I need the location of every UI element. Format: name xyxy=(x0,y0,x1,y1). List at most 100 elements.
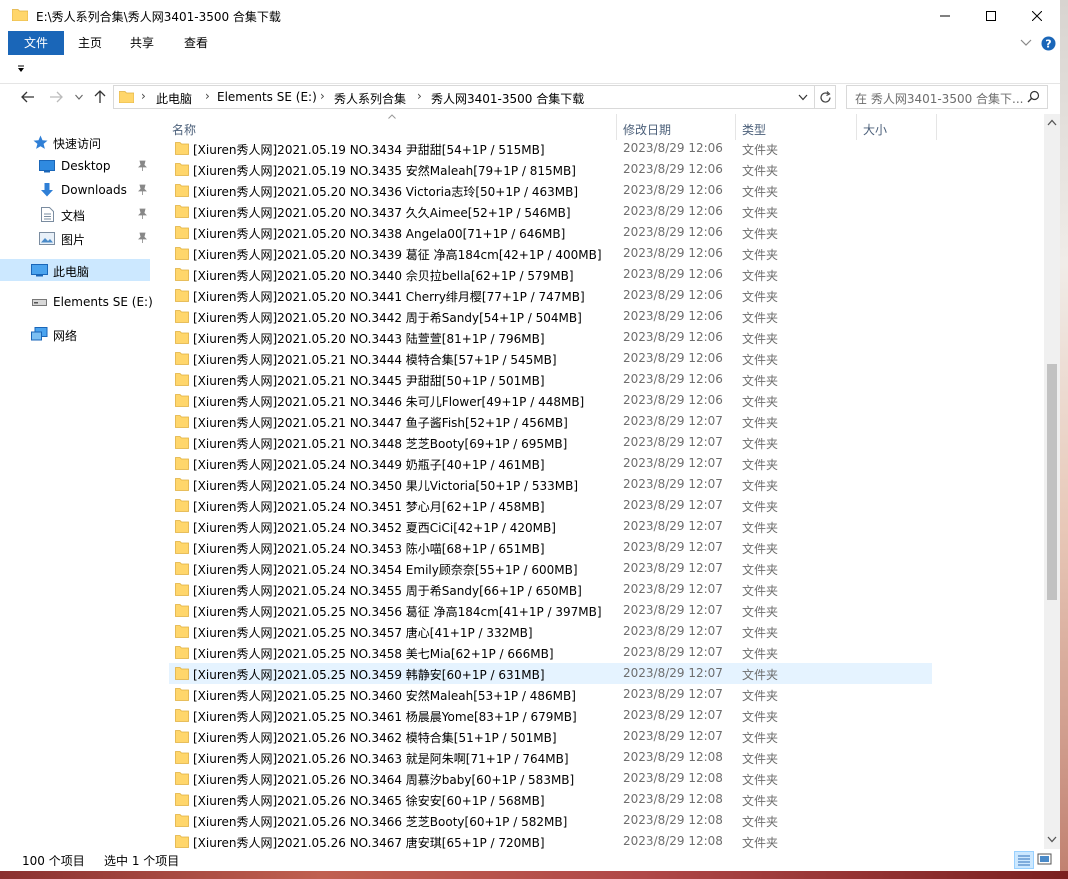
table-row[interactable]: [Xiuren秀人网]2021.05.26 NO.3465 徐安安[60+1P … xyxy=(169,789,932,810)
customize-toolbar-icon[interactable] xyxy=(17,65,25,73)
file-name: [Xiuren秀人网]2021.05.26 NO.3466 芝芝Booty[60… xyxy=(193,815,568,829)
table-row[interactable]: [Xiuren秀人网]2021.05.21 NO.3446 朱可儿Flower[… xyxy=(169,390,932,411)
scroll-down-icon[interactable] xyxy=(1047,836,1057,843)
table-row[interactable]: [Xiuren秀人网]2021.05.26 NO.3463 就是阿朱啊[71+1… xyxy=(169,747,932,768)
scroll-up-icon[interactable] xyxy=(1047,119,1057,126)
table-row[interactable]: [Xiuren秀人网]2021.05.20 NO.3436 Victoria志玲… xyxy=(169,180,932,201)
table-row[interactable]: [Xiuren秀人网]2021.05.20 NO.3437 久久Aimee[52… xyxy=(169,201,932,222)
table-row[interactable]: [Xiuren秀人网]2021.05.26 NO.3466 芝芝Booty[60… xyxy=(169,810,932,831)
sidebar-item-pictures[interactable]: 图片 xyxy=(0,227,150,249)
file-name: [Xiuren秀人网]2021.05.20 NO.3436 Victoria志玲… xyxy=(193,185,579,199)
breadcrumb-current[interactable]: 秀人网3401-3500 合集下载 xyxy=(431,90,584,107)
modified-date: 2023/8/29 12:06 xyxy=(623,204,723,218)
back-button[interactable] xyxy=(17,86,39,108)
pin-icon[interactable] xyxy=(138,208,147,219)
folder-icon xyxy=(175,163,189,176)
search-icon[interactable] xyxy=(1027,90,1040,103)
address-dropdown-icon[interactable] xyxy=(798,94,808,101)
tab-file[interactable]: 文件 xyxy=(8,31,64,55)
sidebar-item-this-pc[interactable]: 此电脑 xyxy=(0,259,150,281)
table-row[interactable]: [Xiuren秀人网]2021.05.25 NO.3459 韩静安[60+1P … xyxy=(169,663,932,684)
breadcrumb-separator-icon: › xyxy=(141,89,146,103)
folder-icon xyxy=(175,310,189,323)
table-row[interactable]: [Xiuren秀人网]2021.05.20 NO.3440 佘贝拉bella[6… xyxy=(169,264,932,285)
pin-icon[interactable] xyxy=(138,160,147,171)
table-row[interactable]: [Xiuren秀人网]2021.05.24 NO.3453 陈小喵[68+1P … xyxy=(169,537,932,558)
table-row[interactable]: [Xiuren秀人网]2021.05.21 NO.3447 鱼子酱Fish[52… xyxy=(169,411,932,432)
tab-view[interactable]: 查看 xyxy=(174,31,218,55)
folder-icon xyxy=(175,541,189,554)
tab-home[interactable]: 主页 xyxy=(68,31,112,55)
table-row[interactable]: [Xiuren秀人网]2021.05.25 NO.3458 美七Mia[62+1… xyxy=(169,642,932,663)
selection-count: 选中 1 个项目 xyxy=(104,854,180,868)
table-row[interactable]: [Xiuren秀人网]2021.05.20 NO.3438 Angela00[7… xyxy=(169,222,932,243)
picture-icon xyxy=(39,232,55,245)
file-name: [Xiuren秀人网]2021.05.21 NO.3444 模特合集[57+1P… xyxy=(193,353,557,367)
tab-share[interactable]: 共享 xyxy=(120,31,164,55)
file-name: [Xiuren秀人网]2021.05.26 NO.3467 唐安琪[65+1P … xyxy=(193,836,545,849)
table-row[interactable]: [Xiuren秀人网]2021.05.26 NO.3462 模特合集[51+1P… xyxy=(169,726,932,747)
table-row[interactable]: [Xiuren秀人网]2021.05.21 NO.3448 芝芝Booty[69… xyxy=(169,432,932,453)
table-row[interactable]: [Xiuren秀人网]2021.05.25 NO.3456 葛征 净高184cm… xyxy=(169,600,932,621)
table-row[interactable]: [Xiuren秀人网]2021.05.25 NO.3460 安然Maleah[5… xyxy=(169,684,932,705)
table-row[interactable]: [Xiuren秀人网]2021.05.19 NO.3434 尹甜甜[54+1P … xyxy=(169,138,932,159)
minimize-button[interactable] xyxy=(922,0,968,31)
file-type: 文件夹 xyxy=(742,185,779,199)
sidebar-item-drive[interactable]: Elements SE (E:) xyxy=(0,291,153,313)
up-button[interactable] xyxy=(89,86,111,108)
file-type: 文件夹 xyxy=(742,605,779,619)
large-icons-view-button[interactable] xyxy=(1036,851,1054,867)
sidebar-item-documents[interactable]: 文档 xyxy=(0,203,150,225)
details-view-button[interactable] xyxy=(1014,851,1034,869)
sidebar-item-downloads[interactable]: Downloads xyxy=(0,179,150,201)
modified-date: 2023/8/29 12:08 xyxy=(623,813,723,827)
search-box[interactable]: 在 秀人网3401-3500 合集下... xyxy=(846,85,1048,109)
recent-locations-button[interactable] xyxy=(68,86,90,108)
table-row[interactable]: [Xiuren秀人网]2021.05.20 NO.3442 周于希Sandy[5… xyxy=(169,306,932,327)
file-type: 文件夹 xyxy=(742,584,779,598)
modified-date: 2023/8/29 12:06 xyxy=(623,372,723,386)
table-row[interactable]: [Xiuren秀人网]2021.05.24 NO.3450 果儿Victoria… xyxy=(169,474,932,495)
table-row[interactable]: [Xiuren秀人网]2021.05.26 NO.3464 周慕汐baby[60… xyxy=(169,768,932,789)
help-icon[interactable]: ? xyxy=(1041,36,1056,51)
modified-date: 2023/8/29 12:07 xyxy=(623,477,723,491)
column-divider[interactable] xyxy=(936,114,937,140)
maximize-button[interactable] xyxy=(968,0,1014,31)
table-row[interactable]: [Xiuren秀人网]2021.05.20 NO.3439 葛征 净高184cm… xyxy=(169,243,932,264)
sidebar-item-desktop[interactable]: Desktop xyxy=(0,155,150,177)
table-row[interactable]: [Xiuren秀人网]2021.05.24 NO.3452 夏西CiCi[42+… xyxy=(169,516,932,537)
table-row[interactable]: [Xiuren秀人网]2021.05.24 NO.3449 奶瓶子[40+1P … xyxy=(169,453,932,474)
pin-icon[interactable] xyxy=(138,232,147,243)
folder-icon xyxy=(175,562,189,575)
table-row[interactable]: [Xiuren秀人网]2021.05.24 NO.3451 梦心月[62+1P … xyxy=(169,495,932,516)
table-row[interactable]: [Xiuren秀人网]2021.05.25 NO.3461 杨晨晨Yome[83… xyxy=(169,705,932,726)
table-row[interactable]: [Xiuren秀人网]2021.05.25 NO.3457 唐心[41+1P /… xyxy=(169,621,932,642)
forward-button[interactable] xyxy=(45,86,67,108)
vertical-scrollbar[interactable] xyxy=(1044,114,1060,849)
breadcrumb-this-pc[interactable]: 此电脑 xyxy=(156,90,192,107)
table-row[interactable]: [Xiuren秀人网]2021.05.20 NO.3443 陆萱萱[81+1P … xyxy=(169,327,932,348)
folder-icon xyxy=(175,478,189,491)
sidebar-item-network[interactable]: 网络 xyxy=(0,323,150,345)
breadcrumb-collection[interactable]: 秀人系列合集 xyxy=(334,90,406,107)
file-type: 文件夹 xyxy=(742,206,779,220)
modified-date: 2023/8/29 12:06 xyxy=(623,351,723,365)
window-title: E:\秀人系列合集\秀人网3401-3500 合集下载 xyxy=(36,10,281,24)
refresh-button[interactable] xyxy=(815,85,836,109)
table-row[interactable]: [Xiuren秀人网]2021.05.19 NO.3435 安然Maleah[7… xyxy=(169,159,932,180)
table-row[interactable]: [Xiuren秀人网]2021.05.24 NO.3455 周于希Sandy[6… xyxy=(169,579,932,600)
address-bar[interactable]: › 此电脑 › Elements SE (E:) › 秀人系列合集 › 秀人网3… xyxy=(113,85,815,109)
scrollbar-thumb[interactable] xyxy=(1047,364,1057,600)
breadcrumb-drive[interactable]: Elements SE (E:) xyxy=(217,90,317,104)
table-row[interactable]: [Xiuren秀人网]2021.05.26 NO.3467 唐安琪[65+1P … xyxy=(169,831,932,849)
table-row[interactable]: [Xiuren秀人网]2021.05.20 NO.3441 Cherry绯月樱[… xyxy=(169,285,932,306)
table-row[interactable]: [Xiuren秀人网]2021.05.21 NO.3444 模特合集[57+1P… xyxy=(169,348,932,369)
sidebar-item-quick-access[interactable]: 快速访问 xyxy=(0,131,150,153)
table-row[interactable]: [Xiuren秀人网]2021.05.21 NO.3445 尹甜甜[50+1P … xyxy=(169,369,932,390)
ribbon-expand-icon[interactable] xyxy=(1020,39,1032,47)
pin-icon[interactable] xyxy=(138,184,147,195)
file-type: 文件夹 xyxy=(742,311,779,325)
table-row[interactable]: [Xiuren秀人网]2021.05.24 NO.3454 Emily顾奈奈[5… xyxy=(169,558,932,579)
close-button[interactable] xyxy=(1014,0,1060,31)
modified-date: 2023/8/29 12:07 xyxy=(623,456,723,470)
